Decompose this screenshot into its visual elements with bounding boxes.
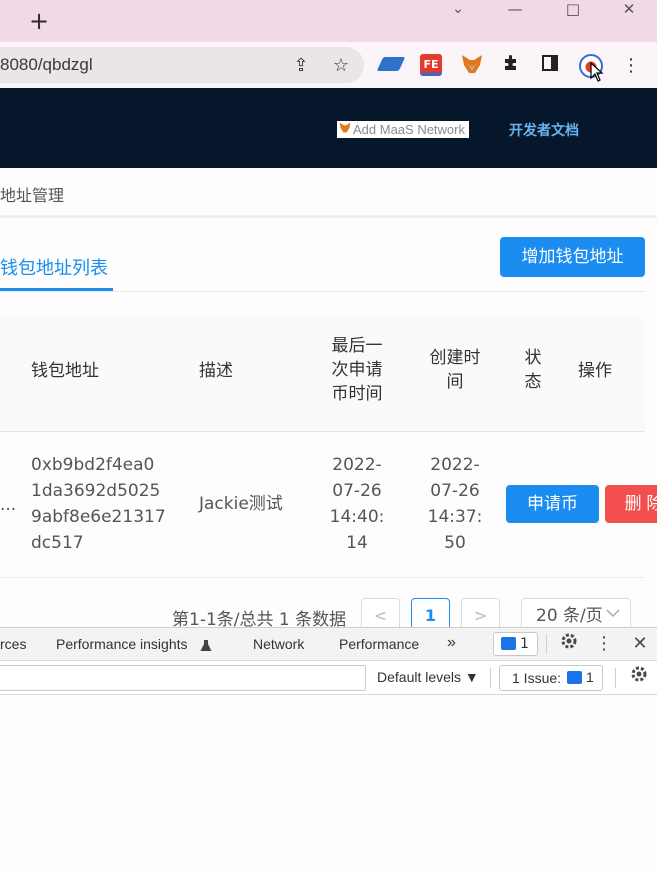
- add-wallet-button[interactable]: 增加钱包地址: [500, 237, 645, 277]
- extensions-puzzle-icon[interactable]: [499, 54, 523, 78]
- header-line: 次申请: [331, 360, 383, 380]
- column-header-address: 钱包地址: [31, 361, 99, 381]
- side-panel-icon[interactable]: [538, 54, 562, 78]
- close-window-button[interactable]: ✕: [606, 0, 652, 20]
- flask-icon: [200, 637, 212, 656]
- time-line: 14: [346, 533, 368, 553]
- time-line: 07-26: [332, 481, 382, 501]
- devtools-menu-icon[interactable]: ⋮: [593, 632, 615, 656]
- breadcrumb: 地址管理: [0, 186, 65, 205]
- tab-wallet-list[interactable]: 钱包地址列表: [0, 254, 108, 280]
- devtools-separator: [546, 634, 547, 654]
- extension-fe-icon[interactable]: FE: [420, 54, 442, 76]
- time-line: 14:37:: [427, 507, 483, 527]
- devtools-more-tabs-icon[interactable]: »: [447, 634, 456, 652]
- row-truncated-cell: ...: [0, 495, 17, 515]
- last-apply-time-cell: 2022- 07-26 14:40: 14: [328, 452, 386, 556]
- new-tab-button[interactable]: +: [28, 8, 50, 34]
- devtools-settings-gear-icon[interactable]: [558, 632, 580, 656]
- tab-bar-divider: [0, 291, 645, 292]
- apply-coin-button[interactable]: 申请币: [506, 485, 599, 523]
- devtools-separator: [615, 668, 616, 688]
- mouse-cursor-icon: [590, 61, 604, 86]
- column-header-created: 创建时 间: [426, 346, 484, 394]
- time-line: 07-26: [430, 481, 480, 501]
- column-header-last-apply: 最后一 次申请 币时间: [329, 334, 385, 406]
- header-line: 最后一: [331, 336, 383, 356]
- log-levels-dropdown[interactable]: Default levels ▼: [377, 669, 479, 685]
- column-header-status: 状 态: [521, 346, 545, 394]
- address-line: dc517: [31, 533, 84, 553]
- developer-docs-link[interactable]: 开发者文档: [509, 120, 579, 140]
- browser-menu-icon[interactable]: ⋮: [619, 54, 643, 78]
- wallet-address-cell: 0xb9bd2f4ea0 1da3692d5025 9abf8e6e21317 …: [31, 452, 166, 556]
- bookmark-star-icon[interactable]: ☆: [329, 54, 353, 78]
- table-header-divider: [0, 431, 645, 432]
- time-line: 2022-: [332, 455, 382, 475]
- devtools-close-icon[interactable]: ✕: [629, 632, 651, 656]
- restore-button[interactable]: □: [550, 0, 596, 20]
- console-filter-input[interactable]: [0, 665, 366, 691]
- description-cell: Jackie测试: [199, 494, 283, 514]
- chevron-down-icon: [606, 607, 620, 621]
- address-line: 1da3692d5025: [31, 481, 161, 501]
- header-line: 创建时: [429, 348, 481, 368]
- header-line: 币时间: [331, 384, 383, 404]
- devtools-tab-network[interactable]: Network: [253, 636, 304, 652]
- header-line: 间: [446, 372, 464, 392]
- header-line: 态: [524, 372, 542, 392]
- delete-button[interactable]: 删 除: [605, 485, 657, 523]
- breadcrumb-divider: [0, 215, 657, 218]
- devtools-tab-sources[interactable]: rces: [0, 636, 26, 652]
- issue-icon: [567, 671, 582, 684]
- time-line: 50: [444, 533, 466, 553]
- issues-count: 1: [586, 669, 594, 685]
- url-text: 8080/qbdzgl: [0, 55, 93, 74]
- time-line: 14:40:: [329, 507, 385, 527]
- console-settings-gear-icon[interactable]: [628, 665, 650, 689]
- tab-search-icon[interactable]: ⌄: [435, 0, 481, 20]
- devtools-separator: [490, 668, 491, 688]
- message-icon: [501, 637, 516, 650]
- time-line: 2022-: [430, 455, 480, 475]
- devtools-tab-performance-insights[interactable]: Performance insights: [56, 636, 188, 652]
- column-header-actions: 操作: [578, 361, 612, 381]
- column-header-description: 描述: [199, 361, 233, 381]
- metamask-fox-icon[interactable]: [460, 54, 484, 78]
- table-row-divider: [0, 577, 645, 578]
- minimize-button[interactable]: —: [492, 0, 538, 20]
- metamask-small-icon: [339, 122, 351, 136]
- created-time-cell: 2022- 07-26 14:37: 50: [426, 452, 484, 556]
- header-line: 状: [524, 348, 542, 368]
- address-line: 0xb9bd2f4ea0: [31, 455, 155, 475]
- share-icon[interactable]: ⇪: [289, 54, 313, 78]
- devtools-tab-performance[interactable]: Performance: [339, 636, 419, 652]
- address-line: 9abf8e6e21317: [31, 507, 166, 527]
- add-maas-network-button[interactable]: Add MaaS Network: [337, 121, 469, 138]
